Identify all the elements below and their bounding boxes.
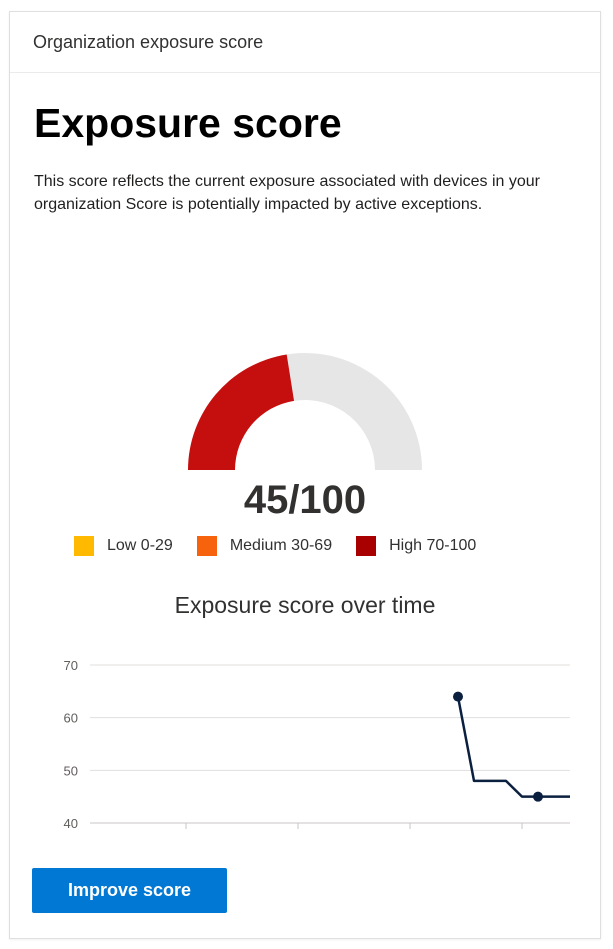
legend-item-high: High 70-100 — [356, 536, 476, 556]
severity-legend: Low 0-29 Medium 30-69 High 70-100 — [74, 536, 500, 556]
card-header: Organization exposure score — [10, 12, 600, 73]
y-tick-label: 40 — [64, 816, 78, 831]
score-description: This score reflects the current exposure… — [34, 173, 541, 213]
chart-title: Exposure score over time — [174, 592, 436, 618]
legend-label-high: High 70-100 — [389, 537, 477, 554]
score-value: 45/100 — [243, 478, 367, 522]
data-point-marker[interactable] — [533, 791, 543, 802]
data-point-marker[interactable] — [453, 691, 463, 702]
legend-swatch-low — [74, 536, 94, 556]
y-tick-label: 60 — [64, 711, 78, 726]
improve-score-button[interactable]: Improve score — [32, 868, 227, 913]
legend-label-low: Low 0-29 — [107, 537, 173, 554]
gauge-fill — [188, 354, 295, 470]
series-line — [456, 696, 570, 798]
legend-swatch-high — [356, 536, 377, 556]
page-title: Exposure score — [34, 100, 342, 146]
card-header-title: Organization exposure score — [33, 31, 264, 52]
exposure-score-line-chart: 4050607004/0504/1204/1904/26 — [64, 658, 570, 831]
score-gauge — [188, 353, 422, 470]
legend-swatch-medium — [196, 536, 217, 556]
gauge-track — [286, 353, 422, 470]
y-tick-label: 50 — [64, 763, 78, 778]
exposure-score-card: Organization exposure score Exposure sco… — [9, 11, 601, 939]
legend-item-low: Low 0-29 — [74, 536, 173, 556]
legend-item-medium: Medium 30-69 — [196, 536, 333, 556]
y-tick-label: 70 — [64, 658, 78, 673]
legend-label-medium: Medium 30-69 — [229, 537, 333, 554]
